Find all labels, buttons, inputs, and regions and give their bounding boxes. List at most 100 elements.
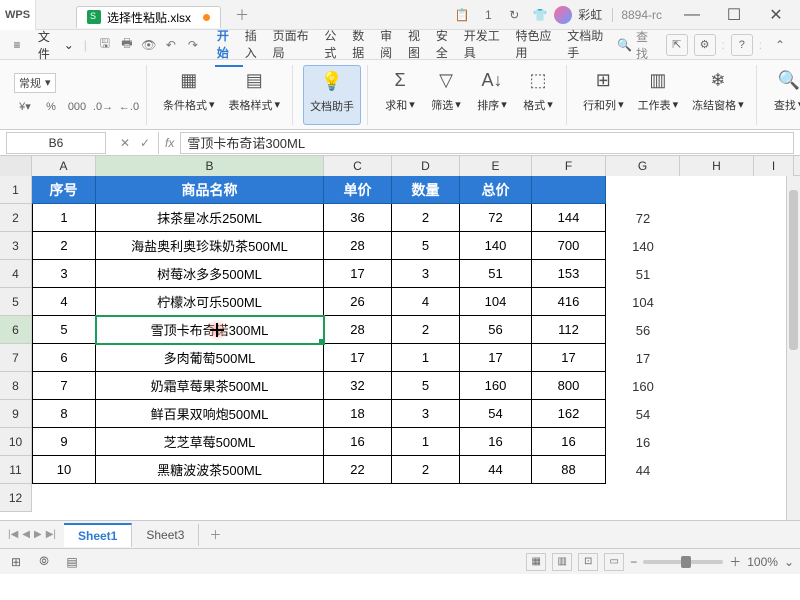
cell[interactable] <box>532 176 606 204</box>
cell-seq[interactable]: 3 <box>32 260 96 288</box>
preview-icon[interactable]: 👁 <box>139 35 159 55</box>
cell-f[interactable]: 17 <box>532 344 606 372</box>
row-header-8[interactable]: 8 <box>0 372 31 400</box>
cell-total[interactable]: 56 <box>460 316 532 344</box>
cell-qty[interactable]: 2 <box>392 204 460 232</box>
select-all-corner[interactable] <box>0 156 32 176</box>
ribbon-tab-4[interactable]: 数据 <box>350 23 378 67</box>
cell-qty[interactable]: 3 <box>392 260 460 288</box>
cell-total[interactable]: 44 <box>460 456 532 484</box>
hamburger-icon[interactable]: ≡ <box>6 34 28 56</box>
fx-icon[interactable]: fx <box>159 136 180 150</box>
header-cell[interactable]: 总价 <box>460 176 532 204</box>
cell-g[interactable]: 16 <box>606 428 680 456</box>
add-sheet-button[interactable]: ＋ <box>199 526 231 543</box>
help-icon[interactable]: ? <box>731 34 753 56</box>
number-format-select[interactable]: 常规 ▾ <box>14 73 56 93</box>
cell-price[interactable]: 28 <box>324 316 392 344</box>
row-header-1[interactable]: 1 <box>0 176 31 204</box>
print-icon[interactable]: 🖶 <box>117 35 137 55</box>
confirm-edit-icon[interactable]: ✓ <box>136 136 154 150</box>
share-icon[interactable]: ⇱ <box>666 34 688 56</box>
conditional-format-button[interactable]: ▦条件格式▾ <box>157 65 221 125</box>
minimize-button[interactable]: — <box>672 0 712 30</box>
increase-decimal-icon[interactable]: .0→ <box>92 97 114 117</box>
cell-price[interactable]: 16 <box>324 428 392 456</box>
cell-g[interactable]: 104 <box>606 288 680 316</box>
cell-seq[interactable]: 2 <box>32 232 96 260</box>
status-grid-icon[interactable]: ⊞ <box>6 553 26 571</box>
header-cell[interactable]: 数量 <box>392 176 460 204</box>
cell-total[interactable]: 54 <box>460 400 532 428</box>
cell-total[interactable]: 104 <box>460 288 532 316</box>
row-header-7[interactable]: 7 <box>0 344 31 372</box>
ribbon-tab-9[interactable]: 特色应用 <box>514 23 566 67</box>
cell-total[interactable]: 17 <box>460 344 532 372</box>
cell-qty[interactable]: 3 <box>392 400 460 428</box>
format-button[interactable]: ⬚格式▾ <box>516 65 560 125</box>
view-normal-icon[interactable]: ▦ <box>526 553 546 571</box>
row-header-5[interactable]: 5 <box>0 288 31 316</box>
ribbon-tab-6[interactable]: 视图 <box>406 23 434 67</box>
cell-price[interactable]: 36 <box>324 204 392 232</box>
header-cell[interactable]: 序号 <box>32 176 96 204</box>
cell-name[interactable]: 抹茶星冰乐250ML <box>96 204 324 232</box>
header-cell[interactable]: 单价 <box>324 176 392 204</box>
spreadsheet-grid[interactable]: ABCDEFGHI 123456789101112 序号商品名称单价数量总价1抹… <box>0 156 800 520</box>
col-header-A[interactable]: A <box>32 156 96 176</box>
ribbon-tab-2[interactable]: 页面布局 <box>271 23 323 67</box>
cell-name[interactable]: 柠檬冰可乐500ML <box>96 288 324 316</box>
row-header-11[interactable]: 11 <box>0 456 31 484</box>
cell-price[interactable]: 22 <box>324 456 392 484</box>
freeze-button[interactable]: ❄冻结窗格▾ <box>686 65 750 125</box>
cell-f[interactable]: 700 <box>532 232 606 260</box>
settings-icon[interactable]: ⚙ <box>694 34 716 56</box>
sheet-first-icon[interactable]: |◀ <box>8 529 18 540</box>
zoom-in-button[interactable]: ＋ <box>729 553 741 570</box>
save-icon[interactable]: 🖫 <box>95 35 115 55</box>
undo-icon[interactable]: ↶ <box>161 35 181 55</box>
cell-name[interactable]: 树莓冰多多500ML <box>96 260 324 288</box>
cell-f[interactable]: 112 <box>532 316 606 344</box>
comma-icon[interactable]: 000 <box>66 97 88 117</box>
ribbon-tab-8[interactable]: 开发工具 <box>462 23 514 67</box>
status-doc-icon[interactable]: ▤ <box>62 553 82 571</box>
cell-seq[interactable]: 10 <box>32 456 96 484</box>
sort-button[interactable]: A↓排序▾ <box>470 65 514 125</box>
cell-f[interactable]: 800 <box>532 372 606 400</box>
avatar[interactable] <box>554 6 572 24</box>
cell-total[interactable]: 51 <box>460 260 532 288</box>
cell-name[interactable]: 鲜百果双响炮500ML <box>96 400 324 428</box>
redo-icon[interactable]: ↷ <box>183 35 203 55</box>
scroll-thumb[interactable] <box>789 190 798 350</box>
cell-qty[interactable]: 5 <box>392 372 460 400</box>
percent-icon[interactable]: % <box>40 97 62 117</box>
col-header-B[interactable]: B <box>96 156 324 176</box>
cell-price[interactable]: 17 <box>324 260 392 288</box>
row-header-12[interactable]: 12 <box>0 484 31 512</box>
cell-price[interactable]: 18 <box>324 400 392 428</box>
zoom-slider[interactable] <box>643 560 723 564</box>
cell-name[interactable]: 多肉葡萄500ML <box>96 344 324 372</box>
cell-f[interactable]: 153 <box>532 260 606 288</box>
vertical-scrollbar[interactable] <box>786 176 800 520</box>
cell-price[interactable]: 26 <box>324 288 392 316</box>
cell-g[interactable]: 56 <box>606 316 680 344</box>
cell-name[interactable]: 雪顶卡布奇诺300ML <box>96 316 324 344</box>
cell-g[interactable]: 160 <box>606 372 680 400</box>
header-cell[interactable]: 商品名称 <box>96 176 324 204</box>
cell-qty[interactable]: 4 <box>392 288 460 316</box>
sheet-tab-other[interactable]: Sheet3 <box>132 524 199 546</box>
view-break-icon[interactable]: ⊡ <box>578 553 598 571</box>
cell-f[interactable]: 16 <box>532 428 606 456</box>
cell-seq[interactable]: 6 <box>32 344 96 372</box>
sheet-tab-active[interactable]: Sheet1 <box>64 523 132 547</box>
col-header-D[interactable]: D <box>392 156 460 176</box>
cells-area[interactable]: 序号商品名称单价数量总价1抹茶星冰乐250ML36272144722海盐奥利奥珍… <box>32 176 786 520</box>
cell-g[interactable]: 51 <box>606 260 680 288</box>
col-header-G[interactable]: G <box>606 156 680 176</box>
decrease-decimal-icon[interactable]: ←.0 <box>118 97 140 117</box>
cell-g[interactable]: 72 <box>606 204 680 232</box>
cell-name[interactable]: 芝芝草莓500ML <box>96 428 324 456</box>
close-button[interactable]: ✕ <box>756 0 796 30</box>
